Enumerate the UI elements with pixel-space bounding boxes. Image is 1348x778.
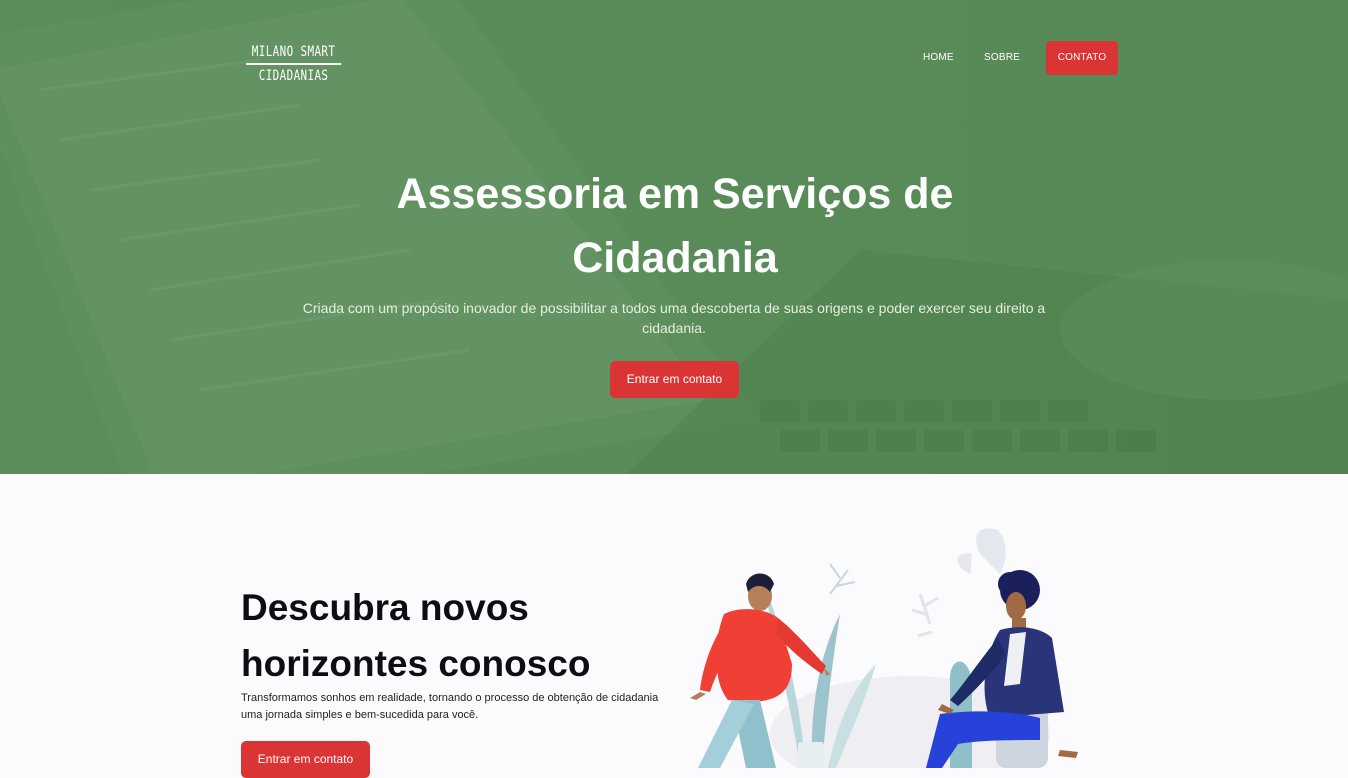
- section-title: Descubra novos horizontes conosco: [241, 587, 591, 684]
- nav-home-link[interactable]: HOME: [923, 52, 954, 63]
- section-description: Transformamos sonhos em realidade, torna…: [241, 692, 659, 721]
- hero-title: Assessoria em Serviços de Cidadania: [396, 170, 954, 282]
- hero-section: MILANO SMART CIDADANIAS HOME SOBRE CONTA…: [0, 0, 1348, 474]
- section-contact-button[interactable]: Entrar em contato: [241, 741, 370, 778]
- hero-contact-button[interactable]: Entrar em contato: [610, 361, 739, 398]
- hero-subtitle: Criada com um propósito inovador de poss…: [302, 300, 1046, 336]
- main-nav: HOME SOBRE CONTATO: [0, 41, 1348, 75]
- conversation-illustration: [690, 528, 1078, 768]
- nav-sobre-link[interactable]: SOBRE: [984, 52, 1020, 63]
- nav-contato-button[interactable]: CONTATO: [1046, 41, 1118, 75]
- discover-section: Descubra novos horizontes conosco Transf…: [0, 474, 1348, 778]
